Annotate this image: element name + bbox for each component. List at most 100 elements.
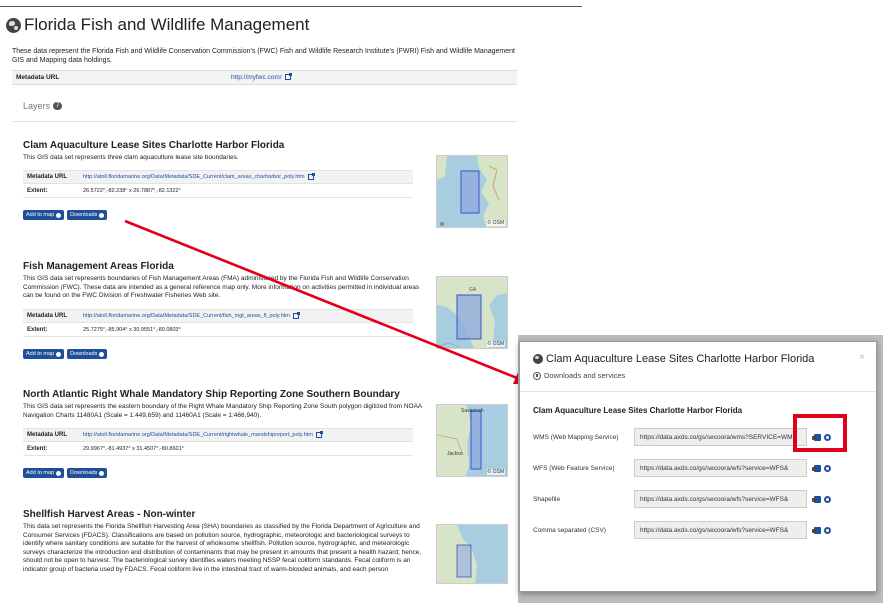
- add-to-map-label: Add to map: [26, 351, 55, 357]
- service-url-field[interactable]: [634, 521, 807, 539]
- copy-icon[interactable]: [812, 495, 821, 503]
- service-url-field[interactable]: [634, 459, 807, 477]
- metadata-link[interactable]: http://myfwc.com/: [231, 73, 292, 81]
- page-description: These data represent the Florida Fish an…: [12, 48, 515, 64]
- layer-map-thumbnail[interactable]: GA © OSM: [436, 276, 508, 349]
- download-icon: [99, 212, 105, 218]
- map-thumbnail-image: [437, 525, 507, 583]
- layer-extent-label: Extent:: [27, 445, 48, 452]
- layer-description: This data set represents the Florida She…: [23, 523, 422, 573]
- open-link-icon[interactable]: [824, 495, 831, 503]
- downloads-label: Downloads: [70, 470, 98, 476]
- layer-extent-value: 26.5722°,-82.238° x 26.7887°,-82.1322°: [83, 187, 181, 194]
- add-to-map-button[interactable]: Add to map: [23, 468, 65, 478]
- service-url-field[interactable]: [634, 428, 807, 446]
- map-place-label: Savannah: [461, 408, 484, 414]
- modal-layer-title: Clam Aquaculture Lease Sites Charlotte H…: [533, 406, 743, 415]
- copy-icon[interactable]: [812, 464, 821, 472]
- layer-map-thumbnail[interactable]: © OSM: [436, 155, 508, 228]
- external-link-icon[interactable]: [284, 73, 292, 81]
- service-label: Comma separated (CSV): [533, 526, 606, 534]
- download-icon: [533, 371, 541, 380]
- service-url-field[interactable]: [634, 490, 807, 508]
- osm-attribution: © OSM: [486, 469, 505, 475]
- layer-description: This GIS data set represents the eastern…: [23, 403, 422, 419]
- osm-attribution: © OSM: [486, 341, 505, 347]
- downloads-button[interactable]: Downloads: [67, 210, 108, 220]
- open-link-icon[interactable]: [824, 464, 831, 472]
- layer-extent-value: 29.9967°,-81.4937° x 31.4507°,-80.8601°: [83, 445, 184, 452]
- page-header: Florida Fish and Wildlife Management: [6, 15, 309, 35]
- layer-title: Clam Aquaculture Lease Sites Charlotte H…: [23, 140, 285, 151]
- osm-attribution: © OSM: [486, 220, 505, 226]
- modal-header: Clam Aquaculture Lease Sites Charlotte H…: [520, 342, 876, 392]
- layer-actions: Add to map Downloads: [23, 349, 108, 359]
- external-link-icon[interactable]: [292, 312, 300, 319]
- service-actions: [812, 464, 831, 472]
- service-label: WFS (Web Feature Service): [533, 464, 615, 472]
- download-icon: [99, 351, 105, 357]
- external-link-icon[interactable]: [307, 173, 315, 180]
- metadata-url[interactable]: http://myfwc.com/: [231, 74, 282, 81]
- globe-icon: [533, 354, 543, 364]
- plus-icon: [56, 351, 62, 357]
- map-place-label: Jackso: [447, 451, 463, 457]
- layer-map-thumbnail[interactable]: Savannah Jackso © OSM: [436, 404, 508, 477]
- add-to-map-label: Add to map: [26, 470, 55, 476]
- layers-heading: Layers 7: [23, 101, 63, 111]
- layer-map-thumbnail[interactable]: [436, 524, 508, 584]
- layer-metadata-url[interactable]: http://atoll.floridamarine.org/Data/Meta…: [83, 313, 290, 319]
- service-actions: [812, 526, 831, 534]
- layer-description: This GIS data set represents three clam …: [23, 154, 239, 161]
- modal-subtitle: Downloads and services: [544, 371, 626, 380]
- layer-actions: Add to map Downloads: [23, 468, 108, 478]
- layer-info-table: Metadata URL http://atoll.floridamarine.…: [23, 428, 413, 456]
- layer-metadata-row: Metadata URL http://atoll.floridamarine.…: [23, 428, 413, 442]
- page-title: Florida Fish and Wildlife Management: [24, 15, 310, 34]
- layer-info-table: Metadata URL http://atoll.floridamarine.…: [23, 309, 413, 337]
- open-link-icon[interactable]: [824, 526, 831, 534]
- close-button[interactable]: ×: [859, 352, 865, 363]
- modal-subtitle-row: Downloads and services: [533, 371, 625, 380]
- modal-title-row: Clam Aquaculture Lease Sites Charlotte H…: [533, 353, 814, 365]
- globe-icon: [6, 17, 21, 33]
- layers-label: Layers: [23, 101, 51, 111]
- top-divider: [0, 6, 582, 7]
- layer-title: Shellfish Harvest Areas - Non-winter: [23, 509, 196, 520]
- layer-info-table: Metadata URL http://atoll.floridamarine.…: [23, 170, 413, 198]
- layer-extent-row: Extent: 25.7275°,-85.904° x 30.9551°,-80…: [23, 323, 413, 337]
- downloads-label: Downloads: [70, 351, 98, 357]
- layer-metadata-label: Metadata URL: [27, 313, 68, 319]
- metadata-table: Metadata URL http://myfwc.com/: [12, 70, 517, 85]
- add-to-map-button[interactable]: Add to map: [23, 349, 65, 359]
- add-to-map-label: Add to map: [26, 212, 55, 218]
- layer-metadata-row: Metadata URL http://atoll.floridamarine.…: [23, 309, 413, 323]
- modal-title: Clam Aquaculture Lease Sites Charlotte H…: [546, 353, 815, 365]
- downloads-button[interactable]: Downloads: [67, 349, 108, 359]
- plus-icon: [56, 470, 62, 476]
- metadata-label: Metadata URL: [16, 74, 60, 81]
- layer-extent-label: Extent:: [27, 326, 48, 333]
- layers-count-badge: 7: [53, 102, 63, 110]
- layer-extent-row: Extent: 26.5722°,-82.238° x 26.7887°,-82…: [23, 184, 413, 198]
- layer-title: North Atlantic Right Whale Mandatory Shi…: [23, 389, 400, 400]
- map-thumbnail-image: [437, 156, 507, 227]
- service-row-shapefile: Shapefile: [533, 490, 863, 508]
- copy-icon[interactable]: [812, 526, 821, 534]
- service-label: Shapefile: [533, 495, 561, 503]
- service-row-csv: Comma separated (CSV): [533, 521, 863, 539]
- layer-description: This GIS data set represents boundaries …: [23, 275, 420, 299]
- layer-metadata-url[interactable]: http://atoll.floridamarine.org/Data/Meta…: [83, 174, 305, 180]
- map-thumbnail-image: [437, 405, 507, 476]
- downloads-button[interactable]: Downloads: [67, 468, 108, 478]
- map-place-label: GA: [469, 287, 477, 293]
- add-to-map-button[interactable]: Add to map: [23, 210, 65, 220]
- layer-metadata-label: Metadata URL: [27, 174, 68, 180]
- plus-icon: [56, 212, 62, 218]
- external-link-icon[interactable]: [315, 431, 323, 438]
- metadata-row: Metadata URL http://myfwc.com/: [12, 71, 517, 84]
- downloads-label: Downloads: [70, 212, 98, 218]
- layer-metadata-url[interactable]: http://atoll.floridamarine.org/Data/Meta…: [83, 432, 313, 438]
- highlight-box: [793, 414, 847, 452]
- service-row-wfs: WFS (Web Feature Service): [533, 459, 863, 477]
